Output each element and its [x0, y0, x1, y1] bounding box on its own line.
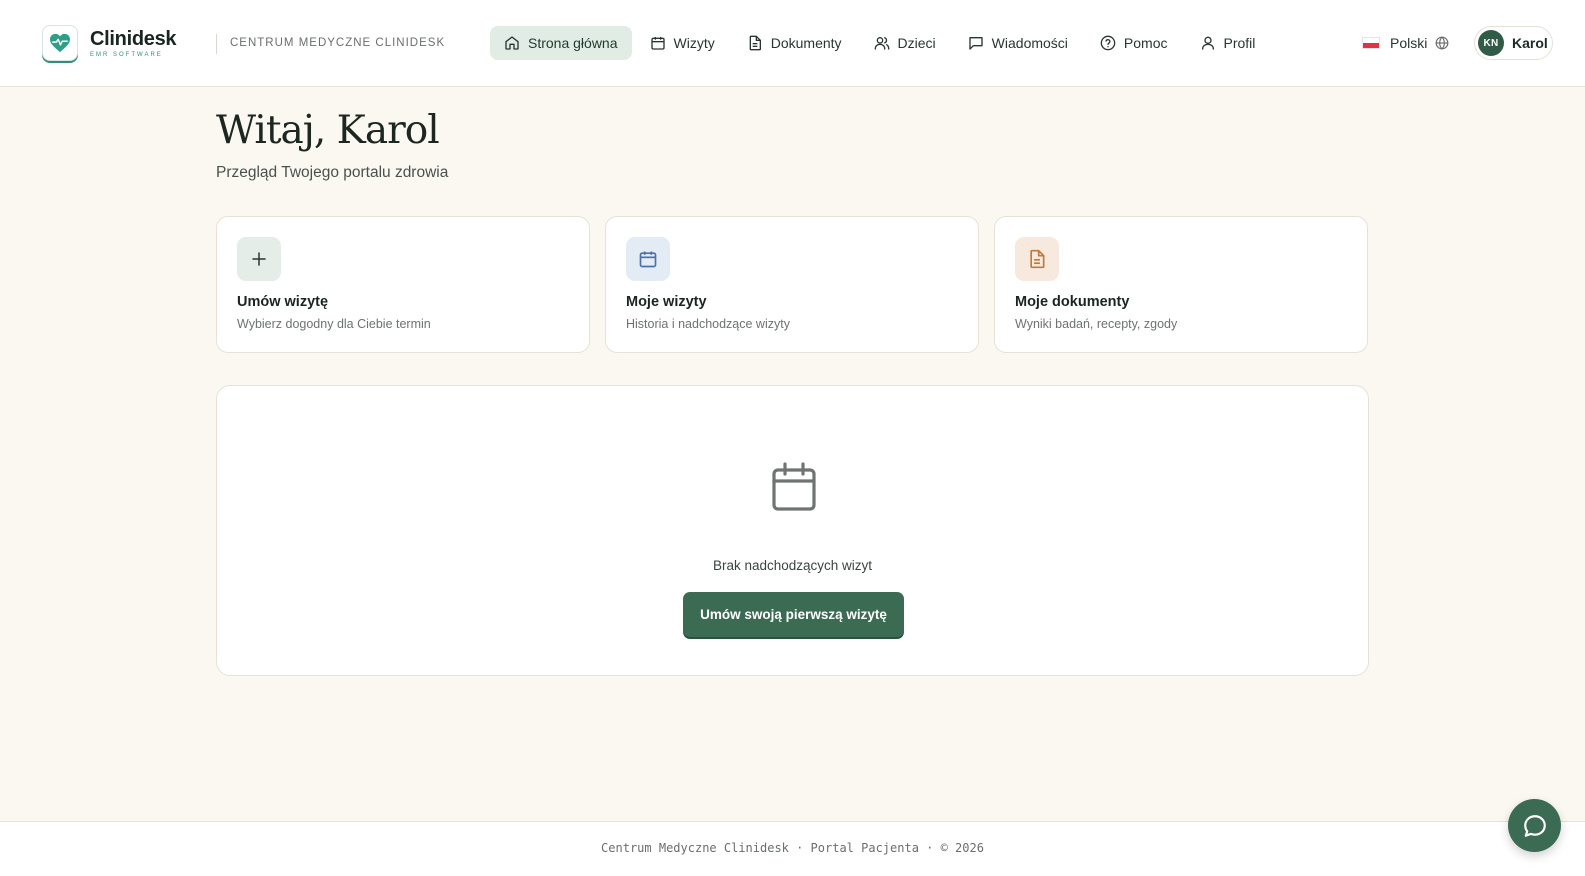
- globe-icon: [1435, 36, 1449, 50]
- nav-label: Dzieci: [897, 35, 936, 51]
- nav-item-help[interactable]: Pomoc: [1086, 26, 1182, 60]
- user-name: Karol: [1512, 35, 1548, 51]
- language-switcher[interactable]: Polski: [1362, 26, 1449, 60]
- heart-pulse-icon: [42, 25, 78, 61]
- nav-label: Pomoc: [1123, 35, 1168, 51]
- nav-item-profile[interactable]: Profil: [1186, 26, 1270, 60]
- brand-logo[interactable]: Clinidesk EMR SOFTWARE: [42, 25, 177, 61]
- upcoming-appointments-panel: Brak nadchodzących wizyt Umów swoją pier…: [216, 385, 1369, 676]
- chat-bubble-icon: [1523, 814, 1546, 837]
- calendar-icon: [650, 37, 665, 50]
- card-my-appointments[interactable]: Moje wizyty Historia i nadchodzące wizyt…: [605, 216, 979, 353]
- language-label: Polski: [1390, 35, 1428, 51]
- page-subtitle: Przegląd Twojego portalu zdrowia: [216, 164, 449, 181]
- card-description: Wybierz dogodny dla Ciebie termin: [237, 317, 431, 331]
- nav-label: Wizyty: [673, 35, 715, 51]
- flag-pl-icon: [1362, 37, 1380, 49]
- document-icon: [1015, 237, 1059, 281]
- nav-label: Dokumenty: [770, 35, 842, 51]
- nav-item-messages[interactable]: Wiadomości: [954, 26, 1082, 60]
- card-book-appointment[interactable]: Umów wizytę Wybierz dogodny dla Ciebie t…: [216, 216, 590, 353]
- card-description: Wyniki badań, recepty, zgody: [1015, 317, 1178, 331]
- nav-item-documents[interactable]: Dokumenty: [733, 26, 856, 60]
- card-description: Historia i nadchodzące wizyty: [626, 317, 790, 331]
- user-menu[interactable]: KN Karol: [1474, 26, 1553, 60]
- avatar: KN: [1478, 30, 1504, 56]
- organization-name: CENTRUM MEDYCZNE CLINIDESK: [216, 34, 445, 54]
- home-icon: [505, 36, 519, 50]
- nav-label: Profil: [1223, 35, 1256, 51]
- main-nav: Strona główna Wizyty Dokumenty Dzieci Wi…: [490, 26, 1273, 60]
- footer-text: Centrum Medyczne Clinidesk · Portal Pacj…: [601, 841, 984, 855]
- brand-name: Clinidesk: [90, 27, 177, 50]
- nav-item-children[interactable]: Dzieci: [860, 26, 950, 60]
- nav-item-home[interactable]: Strona główna: [490, 26, 632, 60]
- footer: Centrum Medyczne Clinidesk · Portal Pacj…: [0, 821, 1585, 876]
- card-my-documents[interactable]: Moje dokumenty Wyniki badań, recepty, zg…: [994, 216, 1368, 353]
- nav-label: Wiadomości: [991, 35, 1068, 51]
- page-title: Witaj, Karol: [216, 108, 440, 153]
- document-icon: [749, 35, 761, 51]
- calendar-icon: [771, 462, 817, 517]
- card-title: Umów wizytę: [237, 294, 329, 310]
- user-icon: [1201, 36, 1214, 50]
- nav-item-appointments[interactable]: Wizyty: [636, 26, 729, 60]
- plus-icon: [237, 237, 281, 281]
- book-first-appointment-button[interactable]: Umów swoją pierwszą wizytę: [683, 592, 904, 637]
- help-icon: [1100, 35, 1116, 51]
- calendar-icon: [626, 237, 670, 281]
- card-title: Moje wizyty: [626, 294, 707, 310]
- users-icon: [874, 37, 889, 50]
- top-header: Clinidesk EMR SOFTWARE CENTRUM MEDYCZNE …: [0, 0, 1585, 87]
- empty-state-text: Brak nadchodzących wizyt: [712, 558, 873, 573]
- message-icon: [969, 37, 983, 50]
- nav-label: Strona główna: [528, 35, 618, 51]
- card-title: Moje dokumenty: [1015, 294, 1130, 310]
- chat-button[interactable]: [1508, 799, 1561, 852]
- brand-tagline: EMR SOFTWARE: [90, 51, 163, 58]
